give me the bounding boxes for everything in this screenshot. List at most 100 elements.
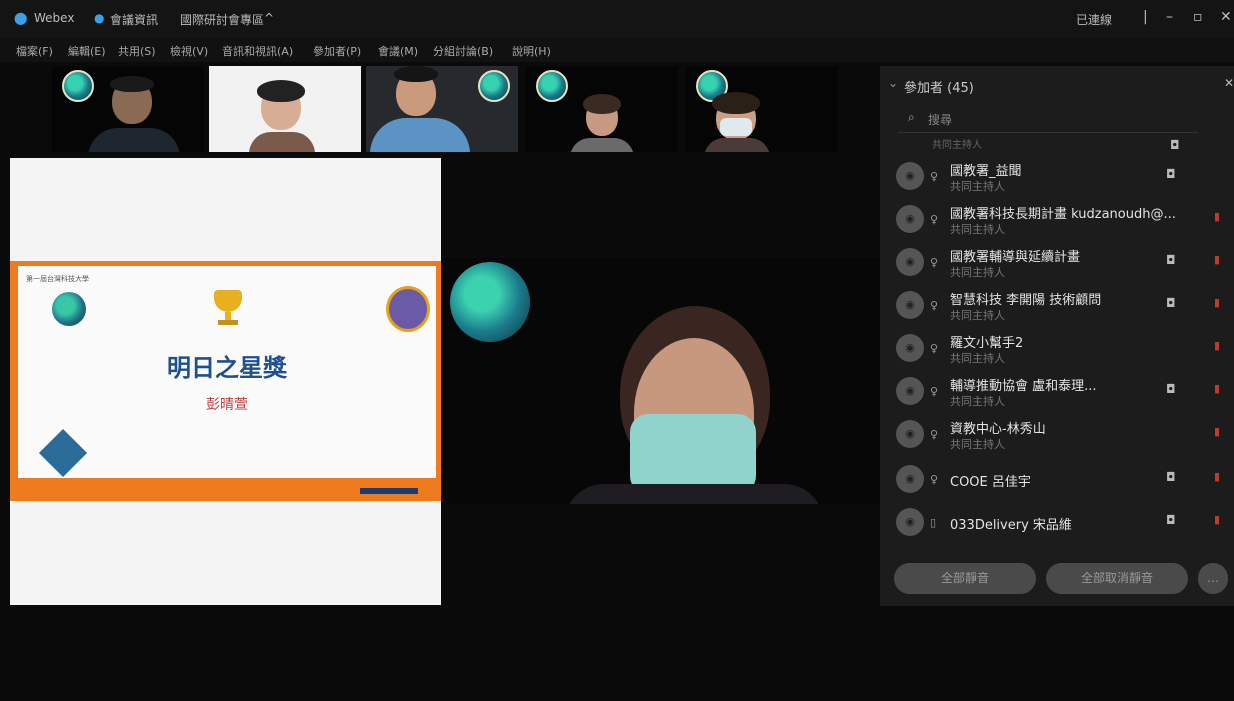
participant-name: COOE 呂佳宇 (950, 475, 1031, 490)
globe-logo-icon (52, 292, 86, 326)
mic-icon: ♀ (930, 213, 939, 226)
chevron-down-icon[interactable]: ⌄ (888, 76, 898, 90)
participant-role: 共同主持人 (950, 352, 1005, 365)
participant-row[interactable]: ◉ ♀ COOE 呂佳宇 ◘ ▮ (894, 459, 1224, 499)
meeting-info-tab[interactable]: 會議資訊 (110, 11, 158, 28)
avatar: ◉ (896, 377, 924, 405)
slide-corner-label: 第一屆台灣科技大學 (26, 275, 89, 283)
participant-role: 共同主持人 (950, 266, 1005, 279)
video-tile[interactable] (209, 66, 361, 152)
face-mask (720, 118, 752, 136)
mic-icon: ♀ (930, 256, 939, 269)
participant-name: 國教署_益聞 (950, 164, 1022, 179)
avatar: ◉ (896, 291, 924, 319)
panel-title: 參加者 (45) (904, 81, 974, 96)
camera-icon: ◘ (1166, 253, 1176, 267)
trophy-icon (214, 290, 242, 312)
search-input[interactable]: ⌕ 搜尋 (898, 106, 1198, 133)
participant-name: 國教署輔導與延續計畫 (950, 250, 1081, 265)
more-options-icon[interactable]: … (1198, 563, 1228, 594)
trophy-base (218, 320, 238, 325)
participant-name: 輔導推動協會 盧和泰理... (950, 379, 1097, 394)
camera-icon: ◘ (1166, 513, 1176, 527)
menu-view[interactable]: 檢視(V) (170, 43, 208, 59)
minimize-icon[interactable]: – (1166, 9, 1173, 25)
avatar: ◉ (896, 420, 924, 448)
search-icon: ⌕ (908, 110, 915, 124)
participant-role: 共同主持人 (950, 395, 1005, 408)
mic-icon: ♀ (930, 473, 939, 486)
close-icon[interactable]: ✕ (1220, 9, 1232, 25)
menu-file[interactable]: 檔案(F) (16, 43, 53, 59)
menu-breakout[interactable]: 分組討論(B) (433, 43, 493, 59)
participant-role: 共同主持人 (950, 180, 1005, 193)
muted-icon: ▮ (1214, 210, 1221, 223)
globe-avatar-icon (450, 262, 530, 342)
participant-row[interactable]: ◉ ♀ 輔導推動協會 盧和泰理... 共同主持人 ◘ ▮ (894, 371, 1224, 411)
participant-row[interactable]: ◉ ♀ 智慧科技 李開陽 技術顧問 共同主持人 ◘ ▮ (894, 285, 1224, 325)
participant-row[interactable]: ◉ ♀ 國教署_益聞 共同主持人 ◘ (894, 156, 1224, 196)
slide-title: 明日之星獎 (167, 354, 287, 382)
avatar: ◉ (896, 248, 924, 276)
video-tile[interactable] (526, 66, 678, 152)
participant-hair (257, 80, 305, 102)
participant-body (249, 132, 315, 152)
unmute-all-button[interactable]: 全部取消靜音 (1046, 563, 1188, 594)
camera-icon: ◘ (1166, 167, 1176, 181)
participant-role: 共同主持人 (950, 309, 1005, 322)
phone-icon: ▯ (930, 516, 937, 529)
participant-name: 智慧科技 李開陽 技術顧問 (950, 293, 1102, 308)
avatar: ◉ (896, 205, 924, 233)
slide-card: 第一屆台灣科技大學 明日之星獎 彭晴萱 (18, 266, 436, 478)
mute-all-button[interactable]: 全部靜音 (894, 563, 1036, 594)
video-tile[interactable] (52, 66, 204, 152)
video-tile[interactable] (686, 66, 838, 152)
globe-avatar-icon (478, 70, 510, 102)
participant-row[interactable]: ◉ ♀ 資教中心-林秀山 共同主持人 ▮ (894, 414, 1224, 454)
participant-name: 羅文小幫手2 (950, 336, 1024, 351)
trophy-stem (225, 312, 231, 320)
awardee-name: 彭晴萱 (206, 397, 248, 413)
participant-hair (110, 76, 154, 92)
globe-avatar-icon (62, 70, 94, 102)
camera-icon: ◘ (1166, 470, 1176, 484)
maximize-icon[interactable]: ▫ (1193, 9, 1203, 25)
mic-icon: ♀ (930, 385, 939, 398)
meeting-title-tab[interactable]: 國際研討會專區 (180, 11, 264, 28)
participant-name: 033Delivery 宋品維 (950, 518, 1072, 533)
participant-hair (712, 92, 760, 114)
app-name: Webex (34, 11, 75, 25)
mic-icon: ♀ (930, 170, 939, 183)
avatar: ◉ (896, 334, 924, 362)
search-placeholder: 搜尋 (928, 113, 953, 127)
video-tile[interactable] (366, 66, 518, 152)
muted-icon: ▮ (1214, 339, 1221, 352)
menu-audio-video[interactable]: 音訊和視訊(A) (222, 43, 293, 59)
shield-icon: ● (94, 11, 105, 25)
avatar: ◉ (896, 508, 924, 536)
shared-content[interactable]: 第一屆台灣科技大學 明日之星獎 彭晴萱 (10, 158, 441, 605)
mic-icon: ♀ (930, 342, 939, 355)
avatar: ◉ (896, 162, 924, 190)
participant-row[interactable]: ◉ ♀ 國教署輔導與延續計畫 共同主持人 ◘ ▮ (894, 242, 1224, 282)
participant-row[interactable]: ◉ ▯ 033Delivery 宋品維 ◘ ▮ (894, 502, 1224, 542)
divider: | (1143, 9, 1148, 25)
menu-share[interactable]: 共用(S) (118, 43, 156, 59)
active-speaker-video[interactable] (444, 258, 880, 504)
connection-status[interactable]: 已連線 (1076, 11, 1112, 28)
menu-participants[interactable]: 參加者(P) (313, 43, 361, 59)
chevron-up-icon[interactable]: ^ (264, 11, 274, 25)
slide-footer-bar (360, 488, 418, 494)
participant-row[interactable]: ◉ ♀ 羅文小幫手2 共同主持人 ▮ (894, 328, 1224, 368)
close-panel-icon[interactable]: ✕ (1224, 76, 1234, 90)
menu-help[interactable]: 說明(H) (512, 43, 551, 59)
participant-body (88, 128, 180, 152)
face-mask (630, 414, 756, 494)
menu-edit[interactable]: 編輯(E) (68, 43, 106, 59)
menu-meeting[interactable]: 會議(M) (378, 43, 418, 59)
participant-role: 共同主持人 (950, 438, 1005, 451)
participant-row[interactable]: ◉ ♀ 國教署科技長期計畫 kudzanoudh@... 共同主持人 ▮ (894, 199, 1224, 239)
camera-icon: ◘ (1166, 296, 1176, 310)
globe-avatar-icon (536, 70, 568, 102)
mic-icon: ♀ (930, 299, 939, 312)
